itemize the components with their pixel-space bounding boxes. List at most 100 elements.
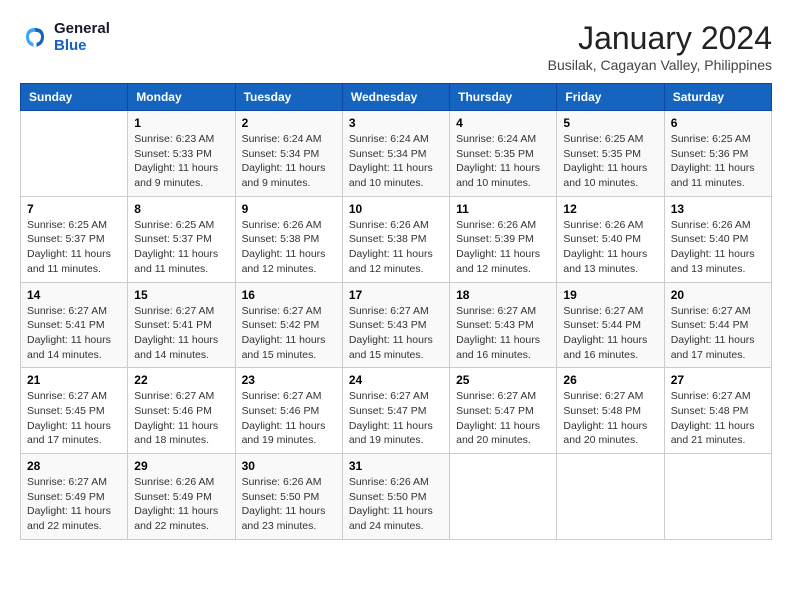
- day-info: Sunrise: 6:27 AMSunset: 5:45 PMDaylight:…: [27, 389, 121, 448]
- day-info: Sunrise: 6:27 AMSunset: 5:42 PMDaylight:…: [242, 304, 336, 363]
- day-info: Sunrise: 6:25 AMSunset: 5:35 PMDaylight:…: [563, 132, 657, 191]
- day-info: Sunrise: 6:27 AMSunset: 5:49 PMDaylight:…: [27, 475, 121, 534]
- table-row: 27 Sunrise: 6:27 AMSunset: 5:48 PMDaylig…: [664, 368, 771, 454]
- day-info: Sunrise: 6:26 AMSunset: 5:38 PMDaylight:…: [242, 218, 336, 277]
- day-number: 12: [563, 202, 657, 216]
- header-friday: Friday: [557, 84, 664, 111]
- day-number: 8: [134, 202, 228, 216]
- day-info: Sunrise: 6:24 AMSunset: 5:35 PMDaylight:…: [456, 132, 550, 191]
- day-info: Sunrise: 6:24 AMSunset: 5:34 PMDaylight:…: [349, 132, 443, 191]
- day-number: 14: [27, 288, 121, 302]
- header-tuesday: Tuesday: [235, 84, 342, 111]
- table-row: 11 Sunrise: 6:26 AMSunset: 5:39 PMDaylig…: [450, 196, 557, 282]
- day-number: 31: [349, 459, 443, 473]
- table-row: 2 Sunrise: 6:24 AMSunset: 5:34 PMDayligh…: [235, 111, 342, 197]
- table-row: [557, 454, 664, 540]
- day-number: 3: [349, 116, 443, 130]
- table-row: 4 Sunrise: 6:24 AMSunset: 5:35 PMDayligh…: [450, 111, 557, 197]
- day-info: Sunrise: 6:27 AMSunset: 5:46 PMDaylight:…: [242, 389, 336, 448]
- table-row: 16 Sunrise: 6:27 AMSunset: 5:42 PMDaylig…: [235, 282, 342, 368]
- table-row: 3 Sunrise: 6:24 AMSunset: 5:34 PMDayligh…: [342, 111, 449, 197]
- header-wednesday: Wednesday: [342, 84, 449, 111]
- table-row: 9 Sunrise: 6:26 AMSunset: 5:38 PMDayligh…: [235, 196, 342, 282]
- day-info: Sunrise: 6:27 AMSunset: 5:48 PMDaylight:…: [563, 389, 657, 448]
- table-row: 18 Sunrise: 6:27 AMSunset: 5:43 PMDaylig…: [450, 282, 557, 368]
- table-row: 5 Sunrise: 6:25 AMSunset: 5:35 PMDayligh…: [557, 111, 664, 197]
- day-info: Sunrise: 6:27 AMSunset: 5:41 PMDaylight:…: [134, 304, 228, 363]
- table-row: 24 Sunrise: 6:27 AMSunset: 5:47 PMDaylig…: [342, 368, 449, 454]
- logo-icon: [20, 22, 50, 52]
- day-info: Sunrise: 6:27 AMSunset: 5:43 PMDaylight:…: [349, 304, 443, 363]
- day-info: Sunrise: 6:27 AMSunset: 5:48 PMDaylight:…: [671, 389, 765, 448]
- day-info: Sunrise: 6:25 AMSunset: 5:37 PMDaylight:…: [27, 218, 121, 277]
- table-row: 21 Sunrise: 6:27 AMSunset: 5:45 PMDaylig…: [21, 368, 128, 454]
- day-number: 30: [242, 459, 336, 473]
- table-row: 17 Sunrise: 6:27 AMSunset: 5:43 PMDaylig…: [342, 282, 449, 368]
- day-info: Sunrise: 6:27 AMSunset: 5:43 PMDaylight:…: [456, 304, 550, 363]
- day-number: 18: [456, 288, 550, 302]
- page-header: General Blue January 2024 Busilak, Cagay…: [20, 20, 772, 73]
- header-monday: Monday: [128, 84, 235, 111]
- table-row: 6 Sunrise: 6:25 AMSunset: 5:36 PMDayligh…: [664, 111, 771, 197]
- day-number: 20: [671, 288, 765, 302]
- day-number: 7: [27, 202, 121, 216]
- day-number: 28: [27, 459, 121, 473]
- day-number: 24: [349, 373, 443, 387]
- calendar-subtitle: Busilak, Cagayan Valley, Philippines: [548, 57, 772, 73]
- header-saturday: Saturday: [664, 84, 771, 111]
- calendar-week-row: 21 Sunrise: 6:27 AMSunset: 5:45 PMDaylig…: [21, 368, 772, 454]
- day-number: 22: [134, 373, 228, 387]
- day-number: 17: [349, 288, 443, 302]
- day-info: Sunrise: 6:27 AMSunset: 5:44 PMDaylight:…: [563, 304, 657, 363]
- table-row: 7 Sunrise: 6:25 AMSunset: 5:37 PMDayligh…: [21, 196, 128, 282]
- header-thursday: Thursday: [450, 84, 557, 111]
- day-number: 1: [134, 116, 228, 130]
- day-info: Sunrise: 6:26 AMSunset: 5:40 PMDaylight:…: [671, 218, 765, 277]
- day-number: 6: [671, 116, 765, 130]
- day-number: 19: [563, 288, 657, 302]
- day-info: Sunrise: 6:27 AMSunset: 5:44 PMDaylight:…: [671, 304, 765, 363]
- day-info: Sunrise: 6:27 AMSunset: 5:47 PMDaylight:…: [349, 389, 443, 448]
- day-info: Sunrise: 6:27 AMSunset: 5:46 PMDaylight:…: [134, 389, 228, 448]
- table-row: 28 Sunrise: 6:27 AMSunset: 5:49 PMDaylig…: [21, 454, 128, 540]
- day-info: Sunrise: 6:26 AMSunset: 5:39 PMDaylight:…: [456, 218, 550, 277]
- day-number: 21: [27, 373, 121, 387]
- table-row: 8 Sunrise: 6:25 AMSunset: 5:37 PMDayligh…: [128, 196, 235, 282]
- table-row: [21, 111, 128, 197]
- day-number: 5: [563, 116, 657, 130]
- day-info: Sunrise: 6:26 AMSunset: 5:50 PMDaylight:…: [242, 475, 336, 534]
- day-info: Sunrise: 6:24 AMSunset: 5:34 PMDaylight:…: [242, 132, 336, 191]
- table-row: [664, 454, 771, 540]
- day-info: Sunrise: 6:27 AMSunset: 5:47 PMDaylight:…: [456, 389, 550, 448]
- table-row: 29 Sunrise: 6:26 AMSunset: 5:49 PMDaylig…: [128, 454, 235, 540]
- day-info: Sunrise: 6:26 AMSunset: 5:40 PMDaylight:…: [563, 218, 657, 277]
- day-number: 2: [242, 116, 336, 130]
- day-number: 15: [134, 288, 228, 302]
- day-number: 10: [349, 202, 443, 216]
- day-number: 16: [242, 288, 336, 302]
- day-info: Sunrise: 6:26 AMSunset: 5:38 PMDaylight:…: [349, 218, 443, 277]
- table-row: 10 Sunrise: 6:26 AMSunset: 5:38 PMDaylig…: [342, 196, 449, 282]
- table-row: 30 Sunrise: 6:26 AMSunset: 5:50 PMDaylig…: [235, 454, 342, 540]
- logo-text: General Blue: [54, 20, 110, 54]
- day-info: Sunrise: 6:25 AMSunset: 5:36 PMDaylight:…: [671, 132, 765, 191]
- calendar-week-row: 14 Sunrise: 6:27 AMSunset: 5:41 PMDaylig…: [21, 282, 772, 368]
- day-info: Sunrise: 6:25 AMSunset: 5:37 PMDaylight:…: [134, 218, 228, 277]
- calendar-table: Sunday Monday Tuesday Wednesday Thursday…: [20, 83, 772, 540]
- calendar-week-row: 1 Sunrise: 6:23 AMSunset: 5:33 PMDayligh…: [21, 111, 772, 197]
- day-info: Sunrise: 6:27 AMSunset: 5:41 PMDaylight:…: [27, 304, 121, 363]
- logo: General Blue: [20, 20, 110, 54]
- table-row: 22 Sunrise: 6:27 AMSunset: 5:46 PMDaylig…: [128, 368, 235, 454]
- calendar-header-row: Sunday Monday Tuesday Wednesday Thursday…: [21, 84, 772, 111]
- table-row: 26 Sunrise: 6:27 AMSunset: 5:48 PMDaylig…: [557, 368, 664, 454]
- day-number: 11: [456, 202, 550, 216]
- table-row: 19 Sunrise: 6:27 AMSunset: 5:44 PMDaylig…: [557, 282, 664, 368]
- table-row: 12 Sunrise: 6:26 AMSunset: 5:40 PMDaylig…: [557, 196, 664, 282]
- day-number: 26: [563, 373, 657, 387]
- table-row: [450, 454, 557, 540]
- table-row: 13 Sunrise: 6:26 AMSunset: 5:40 PMDaylig…: [664, 196, 771, 282]
- day-number: 4: [456, 116, 550, 130]
- table-row: 14 Sunrise: 6:27 AMSunset: 5:41 PMDaylig…: [21, 282, 128, 368]
- calendar-week-row: 7 Sunrise: 6:25 AMSunset: 5:37 PMDayligh…: [21, 196, 772, 282]
- title-block: January 2024 Busilak, Cagayan Valley, Ph…: [548, 20, 772, 73]
